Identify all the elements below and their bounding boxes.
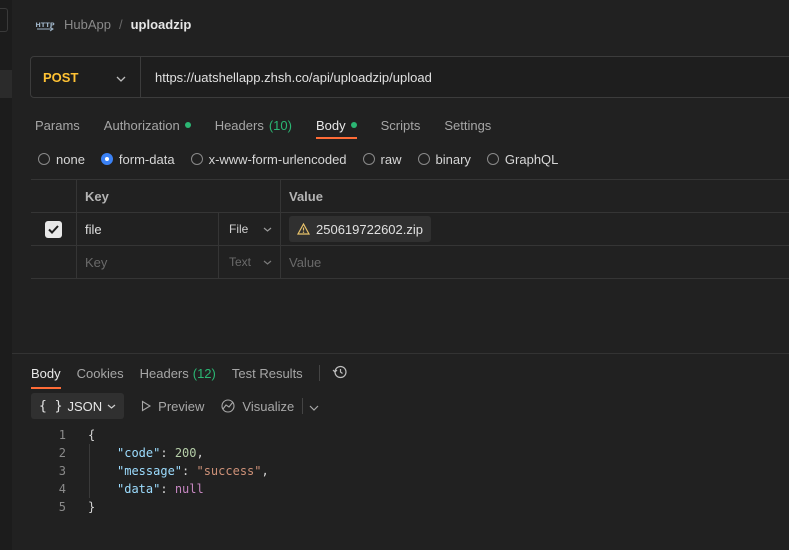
chevron-down-icon	[107, 404, 116, 409]
row-type-select[interactable]: Text	[219, 246, 281, 278]
file-chip[interactable]: 250619722602.zip	[289, 216, 431, 242]
row-type-select[interactable]: File	[219, 213, 281, 245]
chevron-down-icon	[263, 260, 272, 265]
radio-selected-icon	[100, 153, 113, 165]
body-type-selector: none form-data x-www-form-urlencoded raw…	[38, 150, 574, 168]
visualize-button[interactable]: Visualize	[220, 398, 294, 414]
tab-settings[interactable]: Settings	[444, 112, 491, 138]
table-row: file File 250619722602.zip	[31, 213, 789, 246]
request-tabs: Params Authorization Headers (10) Body Sc…	[35, 112, 515, 140]
body-type-raw[interactable]: raw	[362, 152, 402, 167]
radio-icon	[362, 153, 375, 165]
toolbar-separator	[302, 398, 304, 414]
format-select[interactable]: { } JSON	[31, 393, 125, 419]
breadcrumb-collection[interactable]: HubApp	[64, 17, 111, 32]
tab-scripts[interactable]: Scripts	[381, 112, 421, 138]
code-line: 3 "message": "success",	[58, 462, 269, 480]
play-icon	[142, 400, 152, 412]
file-name: 250619722602.zip	[316, 221, 423, 237]
value-input[interactable]: Value	[281, 246, 789, 278]
radio-icon	[190, 153, 203, 165]
http-request-icon: HTTP	[34, 15, 56, 33]
toolbar-separator	[318, 365, 320, 381]
tab-params[interactable]: Params	[35, 112, 80, 138]
method-select[interactable]: POST	[31, 57, 141, 97]
row-key[interactable]: file	[77, 213, 219, 245]
code-line: 4 "data": null	[58, 480, 204, 498]
response-tab-cookies[interactable]: Cookies	[77, 363, 124, 383]
chevron-down-icon	[263, 227, 272, 232]
row-enable-checkbox[interactable]	[45, 220, 62, 238]
response-tabs: Body Cookies Headers (12) Test Results	[31, 360, 348, 389]
warning-icon	[297, 223, 310, 235]
table-header-row: Key Value	[31, 180, 789, 213]
response-tab-test-results[interactable]: Test Results	[232, 363, 303, 383]
active-dot-icon	[350, 122, 357, 128]
request-name[interactable]: uploadzip	[131, 17, 192, 32]
tab-headers[interactable]: Headers (10)	[215, 112, 292, 138]
body-type-binary[interactable]: binary	[417, 152, 471, 167]
response-tab-body[interactable]: Body	[31, 363, 61, 389]
response-json-viewer[interactable]: 1 { 2 "code": 200, 3 "message": "success…	[44, 426, 269, 516]
sidebar-edge	[0, 0, 12, 550]
column-header-value: Value	[289, 188, 323, 204]
sidebar-edge-control[interactable]	[0, 8, 8, 32]
visualize-icon	[221, 399, 235, 413]
row-enable-cell	[31, 213, 77, 245]
history-icon[interactable]	[332, 364, 348, 383]
breadcrumb: HTTP HubApp / uploadzip	[34, 14, 191, 34]
form-data-table: Key Value file File 250619722602.zip Key…	[31, 179, 789, 279]
code-line: 5 }	[58, 500, 96, 514]
body-type-graphql[interactable]: GraphQL	[486, 152, 558, 167]
sidebar-edge-selected[interactable]	[0, 70, 12, 98]
row-value-cell: 250619722602.zip	[281, 213, 789, 245]
response-toolbar: { } JSON Preview Visualize	[31, 393, 319, 419]
method-label: POST	[43, 69, 79, 85]
row-enable-cell	[31, 246, 77, 278]
radio-icon	[417, 153, 430, 165]
response-tab-headers[interactable]: Headers (12)	[140, 363, 216, 383]
code-line: 1 {	[58, 428, 96, 442]
radio-icon	[486, 153, 499, 165]
key-input[interactable]: Key	[77, 246, 219, 278]
checkmark-icon	[48, 224, 59, 234]
breadcrumb-separator: /	[118, 16, 123, 32]
chevron-down-icon[interactable]	[309, 399, 319, 414]
code-line: 2 "code": 200,	[58, 444, 204, 462]
url-input[interactable]: https://uatshellapp.zhsh.co/api/uploadzi…	[141, 70, 432, 85]
row-type-label: File	[229, 222, 249, 236]
table-row-empty: Key Text Value	[31, 246, 789, 279]
radio-icon	[38, 153, 50, 165]
pane-divider[interactable]	[12, 353, 789, 354]
body-type-none[interactable]: none	[38, 152, 85, 167]
response-headers-count: (12)	[192, 365, 216, 381]
tab-authorization[interactable]: Authorization	[104, 112, 191, 138]
tab-body[interactable]: Body	[315, 112, 357, 139]
row-type-label: Text	[229, 255, 252, 269]
format-label: JSON	[67, 398, 103, 414]
preview-button[interactable]: Preview	[140, 399, 204, 414]
active-dot-icon	[184, 122, 191, 128]
body-type-form-data[interactable]: form-data	[100, 152, 175, 167]
header-check-cell	[31, 180, 77, 212]
headers-count: (10)	[268, 117, 292, 133]
body-type-urlencoded[interactable]: x-www-form-urlencoded	[190, 152, 347, 167]
braces-icon: { }	[39, 398, 63, 414]
chevron-down-icon	[116, 70, 126, 85]
column-header-key: Key	[77, 180, 281, 212]
url-bar: POST https://uatshellapp.zhsh.co/api/upl…	[30, 56, 789, 98]
